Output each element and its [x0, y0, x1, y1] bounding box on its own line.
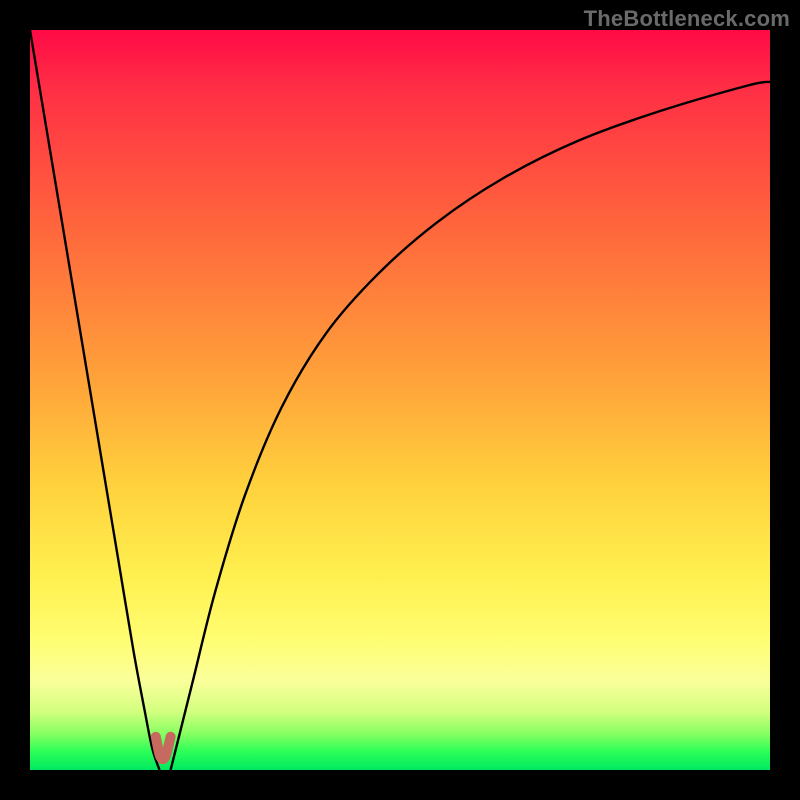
- watermark-text: TheBottleneck.com: [584, 6, 790, 32]
- curve-right-branch: [171, 82, 770, 770]
- curve-left-branch: [30, 30, 160, 770]
- chart-frame: TheBottleneck.com: [0, 0, 800, 800]
- gradient-plot-area: [30, 30, 770, 770]
- minimum-nub-icon: [156, 737, 171, 759]
- curve-layer: [30, 30, 770, 770]
